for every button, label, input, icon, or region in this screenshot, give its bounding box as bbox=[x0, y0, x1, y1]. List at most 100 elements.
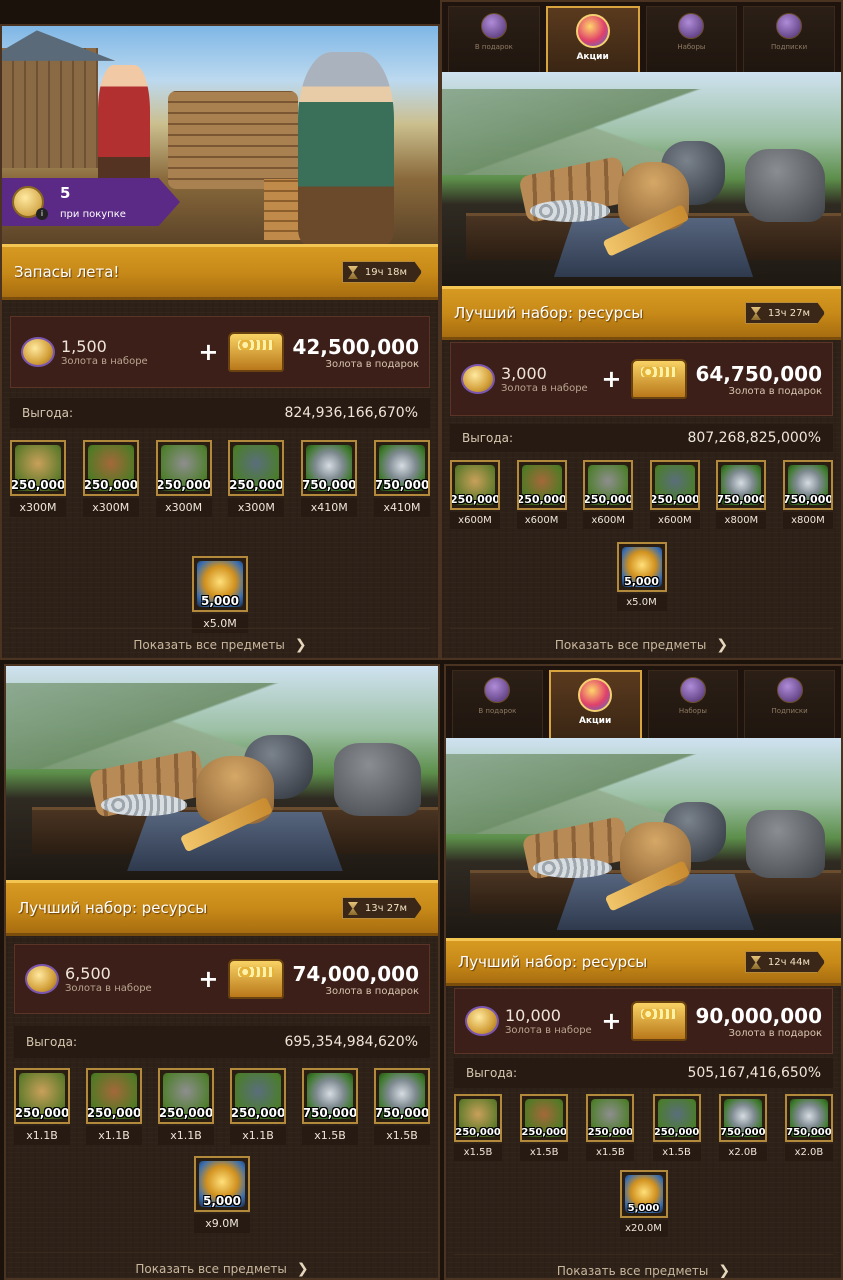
reward-item[interactable]: 750,000 x2.0B bbox=[784, 1094, 833, 1161]
reward-item[interactable]: 250,000 x600M bbox=[516, 460, 567, 529]
reward-item[interactable]: 5,000 x5.0M bbox=[616, 542, 667, 611]
reward-slot: 250,000 bbox=[520, 1094, 569, 1142]
tab-bundles[interactable]: Наборы bbox=[645, 6, 738, 72]
tab-subscriptions[interactable]: Подписки bbox=[743, 6, 835, 72]
reward-item[interactable]: 5,000 x9.0M bbox=[194, 1156, 250, 1233]
reward-item[interactable]: 250,000 x300M bbox=[155, 440, 212, 517]
reward-item[interactable]: 5,000 x20.0M bbox=[619, 1170, 668, 1237]
gold-amount: 6,500 bbox=[65, 964, 111, 983]
offer-banner-image bbox=[446, 738, 841, 938]
reward-item[interactable]: 250,000 x1.5B bbox=[652, 1094, 701, 1161]
tab-gift[interactable]: В подарок bbox=[452, 670, 543, 738]
gift-amount: 64,750,000 bbox=[695, 361, 822, 386]
gift-promo-icon bbox=[575, 14, 610, 48]
reward-multiplier: x410M bbox=[373, 498, 430, 517]
offer-summary: 10,000 Золота в наборе +90,000,000 Золота в… bbox=[454, 988, 833, 1054]
reward-item[interactable]: 250,000 x1.5B bbox=[520, 1094, 569, 1161]
tab-gift[interactable]: В подарок bbox=[448, 6, 540, 72]
reward-item[interactable]: 750,000 x410M bbox=[373, 440, 430, 517]
gold-in-bundle: 1,500 Золота в наборе bbox=[61, 337, 148, 367]
reward-quantity: 750,000 bbox=[719, 1127, 766, 1138]
offer-summary: 1,500 Золота в наборе +42,500,000 Золота в … bbox=[10, 316, 430, 388]
tab-label: Наборы bbox=[677, 43, 706, 51]
benefit-value: 505,167,416,650% bbox=[687, 1065, 821, 1081]
promo-value: 5 bbox=[60, 183, 71, 202]
reward-multiplier: x5.0M bbox=[616, 594, 667, 611]
show-all-items-link[interactable]: Показать все предметы ❯ bbox=[10, 628, 430, 658]
gift-box-icon bbox=[480, 13, 507, 39]
reward-item[interactable]: 750,000 x800M bbox=[716, 460, 767, 529]
reward-slot: 250,000 bbox=[158, 1068, 214, 1124]
reward-item[interactable]: 250,000 x1.1B bbox=[14, 1068, 70, 1145]
reward-multiplier: x1.5B bbox=[374, 1126, 430, 1145]
shop-tabs: В подарок Акции Наборы Подписки bbox=[446, 666, 841, 738]
offer-panel: В подарок Акции Наборы Подписки Лучший набор… bbox=[440, 0, 843, 660]
tab-label: Подписки bbox=[771, 707, 808, 715]
benefit-value: 824,936,166,670% bbox=[284, 405, 418, 421]
reward-item[interactable]: 5,000 x5.0M bbox=[192, 556, 248, 633]
reward-item[interactable]: 250,000 x600M bbox=[649, 460, 700, 529]
reward-item[interactable]: 250,000 x600M bbox=[450, 460, 500, 529]
offer-summary: 3,000 Золота в наборе +64,750,000 Золота в … bbox=[450, 342, 833, 416]
reward-quantity: 750,000 bbox=[786, 1127, 832, 1138]
reward-slot: 750,000 bbox=[718, 1094, 767, 1142]
tab-promotions[interactable]: Акции bbox=[545, 6, 640, 72]
reward-item[interactable]: 250,000 x1.1B bbox=[86, 1068, 142, 1145]
reward-item[interactable]: 750,000 x410M bbox=[301, 440, 358, 517]
reward-quantity: 5,000 bbox=[201, 594, 239, 608]
benefit-label: Выгода: bbox=[22, 406, 74, 420]
benefit-label: Выгода: bbox=[462, 431, 514, 445]
reward-item[interactable]: 250,000 x300M bbox=[82, 440, 139, 517]
offer-timer: 12ч 44м bbox=[744, 951, 825, 973]
gold-in-bundle: 10,000 Золота в наборе bbox=[505, 1006, 592, 1036]
benefit-row: Выгода: 695,354,984,620% bbox=[14, 1026, 430, 1058]
offer-panel: Лучший набор: ресурсы 13ч 27м 6,500 Золота … bbox=[4, 664, 440, 1280]
reward-multiplier: x1.5B bbox=[454, 1144, 502, 1161]
tab-bundles[interactable]: Наборы bbox=[647, 670, 739, 738]
reward-slot: 250,000 bbox=[586, 1094, 635, 1142]
benefit-label: Выгода: bbox=[466, 1066, 518, 1080]
show-all-items-link[interactable]: Показать все предметы ❯ bbox=[14, 1252, 430, 1278]
reward-item[interactable]: 750,000 x1.5B bbox=[302, 1068, 358, 1145]
reward-slot: 250,000 bbox=[155, 440, 212, 496]
gold-coin-icon bbox=[465, 1006, 499, 1036]
gift-gold: 74,000,000 Золота в подарок bbox=[292, 962, 419, 997]
offer-panel: В подарок Акции Наборы Подписки Лучший набор… bbox=[444, 664, 843, 1280]
reward-multiplier: x2.0B bbox=[784, 1144, 833, 1161]
reward-item[interactable]: 250,000 x1.1B bbox=[230, 1068, 286, 1145]
gift-gold: 42,500,000 Золота в подарок bbox=[292, 335, 419, 370]
hourglass-icon bbox=[347, 266, 358, 279]
reward-item[interactable]: 250,000 x1.1B bbox=[158, 1068, 214, 1145]
plus-icon: + bbox=[198, 338, 219, 366]
plus-icon: + bbox=[601, 365, 622, 393]
tab-subscriptions[interactable]: Подписки bbox=[744, 670, 835, 738]
reward-item[interactable]: 750,000 x1.5B bbox=[374, 1068, 430, 1145]
reward-multiplier: x600M bbox=[583, 512, 634, 529]
offer-banner-image bbox=[442, 72, 841, 286]
reward-item[interactable]: 750,000 x2.0B bbox=[718, 1094, 767, 1161]
reward-quantity: 250,000 bbox=[583, 493, 634, 506]
offer-timer: 19ч 18м bbox=[341, 261, 422, 283]
benefit-row: Выгода: 807,268,825,000% bbox=[450, 424, 833, 452]
benefit-label: Выгода: bbox=[26, 1035, 78, 1049]
tab-promotions[interactable]: Акции bbox=[548, 670, 642, 738]
hourglass-icon bbox=[347, 902, 358, 915]
promo-badge[interactable]: 5 при покупке bbox=[2, 178, 180, 226]
reward-item[interactable]: 250,000 x300M bbox=[228, 440, 285, 517]
reward-item[interactable]: 250,000 x600M bbox=[583, 460, 634, 529]
subscription-icon bbox=[776, 13, 803, 39]
reward-item[interactable]: 250,000 x300M bbox=[10, 440, 66, 517]
gold-label: Золота в наборе bbox=[61, 356, 148, 367]
reward-slot: 750,000 bbox=[782, 460, 833, 510]
show-all-items-link[interactable]: Показать все предметы ❯ bbox=[454, 1254, 833, 1278]
reward-slot: 5,000 bbox=[192, 556, 248, 612]
reward-quantity: 250,000 bbox=[158, 1106, 214, 1120]
reward-item[interactable]: 250,000 x1.5B bbox=[586, 1094, 635, 1161]
reward-item[interactable]: 750,000 x800M bbox=[782, 460, 833, 529]
reward-multiplier: x1.1B bbox=[86, 1126, 142, 1145]
gift-gold: 90,000,000 Золота в подарок bbox=[695, 1004, 822, 1039]
scene-coins bbox=[532, 858, 612, 878]
reward-multiplier: x1.5B bbox=[302, 1126, 358, 1145]
show-all-items-link[interactable]: Показать все предметы ❯ bbox=[450, 628, 833, 658]
reward-item[interactable]: 250,000 x1.5B bbox=[454, 1094, 502, 1161]
